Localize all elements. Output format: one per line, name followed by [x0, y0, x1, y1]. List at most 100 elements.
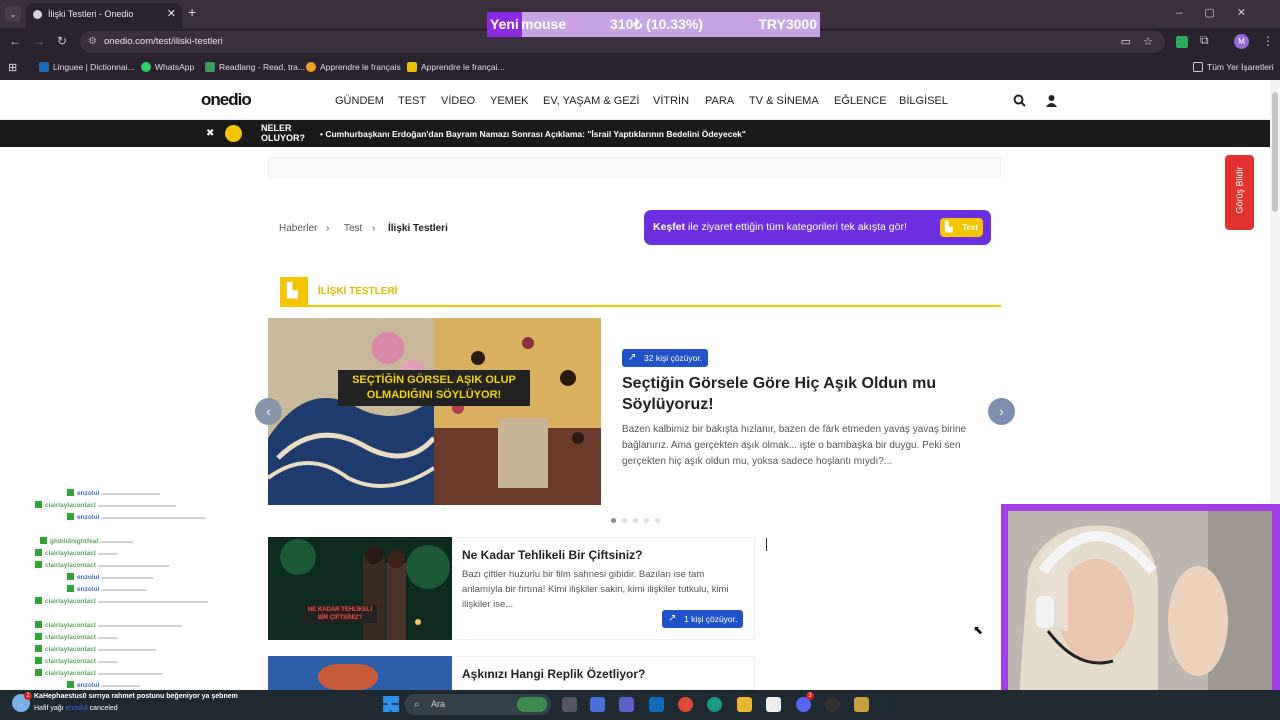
section-divider [280, 305, 1001, 307]
forward-icon[interactable]: → [33, 34, 45, 48]
onedio-logo[interactable]: onedio [201, 90, 252, 110]
test-card-title[interactable]: Aşkınızı Hangi Replik Özetliyor? [462, 667, 645, 681]
tab-title: İlişki Testleri - Onedio [48, 9, 134, 19]
carousel-dot[interactable] [655, 518, 660, 523]
close-tab-icon[interactable]: ✕ [167, 3, 176, 26]
notification-badge: 2 [24, 692, 32, 700]
nav-video[interactable]: VİDEO [441, 95, 475, 107]
nav-bilgisel[interactable]: BİLGİSEL [899, 95, 948, 107]
outlook-icon[interactable] [649, 697, 664, 712]
shuffle-icon[interactable]: ✖ [206, 128, 214, 139]
chat-line: enzolul ▬▬▬▬▬▬▬ [67, 585, 147, 593]
nav-tv-sinema[interactable]: TV & SİNEMA [749, 95, 819, 107]
all-bookmarks-folder[interactable]: Tüm Yer İşaretleri [1193, 62, 1274, 72]
carousel-dot[interactable] [611, 518, 616, 523]
chat-line: clairlaylacontact ▬▬▬▬▬▬▬▬▬▬▬▬ [35, 501, 176, 509]
trending-icon: ↗ [668, 613, 677, 624]
back-icon[interactable]: ← [9, 34, 21, 48]
ticker-item: mouse [521, 16, 567, 32]
couple-illustration [268, 537, 452, 640]
nav-test[interactable]: TEST [398, 95, 426, 107]
chat-line: clairlaylacontact ▬▬▬▬▬▬▬▬▬▬▬▬▬▬▬▬▬ [35, 597, 208, 605]
task-view-icon[interactable] [562, 697, 577, 712]
bookmark-apprendre-1[interactable]: Apprendre le français [306, 62, 401, 72]
text-cursor [766, 538, 767, 551]
ticker-change: 310₺ (10.33%) [610, 16, 703, 32]
carousel-dot[interactable] [622, 518, 627, 523]
nav-ev-yasam[interactable]: EV, YAŞAM & GEZİ [543, 95, 639, 107]
chat-notification-line: KaHephaestus0 sırrıya rahmet postunu beğ… [34, 693, 238, 700]
breadcrumb-haberler[interactable]: Haberler [279, 223, 317, 234]
test-card-image[interactable] [268, 656, 452, 690]
chrome-icon[interactable] [678, 697, 693, 712]
steam-icon[interactable] [883, 697, 898, 712]
search-highlight-icon [517, 697, 547, 712]
profile-avatar[interactable]: M [1234, 34, 1249, 49]
nav-yemek[interactable]: YEMEK [490, 95, 529, 107]
test-card-title[interactable]: Ne Kadar Tehlikeli Bir Çiftsiniz? [462, 548, 642, 562]
streamer-webcam [1008, 511, 1272, 711]
chat-line: clairlaylacontact ▬▬▬▬▬▬▬▬▬▬▬▬▬ [35, 621, 182, 629]
obs-icon[interactable] [825, 697, 840, 712]
breaking-headline[interactable]: • Cumhurbaşkanı Erdoğan'dan Bayram Namaz… [320, 129, 746, 139]
ticker-total: TRY3000 [758, 16, 817, 32]
mouse-cursor-icon: ⬉ [973, 623, 984, 637]
chat-line: clairlaylacontact ▬▬▬▬▬▬▬▬▬▬ [35, 669, 163, 677]
bookmark-readlang[interactable]: Readlang - Read, tra... [205, 62, 305, 72]
browser-tab[interactable]: İlişki Testleri - Onedio ✕ [26, 3, 182, 28]
section-title: İLİŞKİ TESTLERİ [318, 286, 398, 297]
menu-icon[interactable]: ⋮ [1262, 34, 1274, 48]
search-icon[interactable] [1013, 94, 1026, 107]
bookmark-linguee[interactable]: Linguee | Dictionnai... [39, 62, 135, 72]
apps-icon[interactable]: ⊞ [8, 61, 17, 74]
scrollbar-thumb[interactable] [1272, 92, 1278, 212]
copilot-icon[interactable] [590, 697, 605, 712]
bookmark-whatsapp[interactable]: WhatsApp [141, 62, 194, 72]
window-controls[interactable]: –▢✕ [1176, 6, 1268, 19]
carousel-prev-button[interactable]: ‹ [255, 398, 282, 425]
webcam-feed [1008, 511, 1272, 711]
chat-line: clairlaylacontact ▬▬▬ [35, 633, 117, 641]
chat-line: enzolul ▬▬▬▬▬▬▬▬▬▬▬▬▬▬▬▬ [67, 513, 205, 521]
chat-line: clairlaylacontact ▬▬▬▬▬▬▬▬▬ [35, 645, 156, 653]
teams-icon[interactable] [619, 697, 634, 712]
reload-icon[interactable]: ↻ [57, 34, 67, 48]
nav-vitrin[interactable]: VİTRİN [653, 95, 689, 107]
featured-test-image[interactable] [268, 318, 601, 505]
featured-test-title[interactable]: Seçtiğin Görsele Göre Hiç Aşık Oldun mu … [622, 373, 952, 415]
user-icon[interactable] [1045, 94, 1058, 107]
test-card-image[interactable]: NE KADAR TEHLİKELİ BİR ÇİFTSİNİZ? [268, 537, 452, 640]
extensions-icon[interactable]: ⧉ [1200, 33, 1209, 48]
featured-test-description: Bazen kalbimiz bir bakışta hızlanır, baz… [622, 424, 967, 467]
carousel-dot[interactable] [633, 518, 638, 523]
bookmarks-bar: ⊞ Linguee | Dictionnai... WhatsApp Readl… [0, 56, 1280, 80]
tab-search-button[interactable]: ⌄ [5, 6, 21, 22]
podium-icon: ▙ [945, 222, 953, 233]
feedback-button[interactable]: Görüş Bildir [1225, 155, 1254, 230]
site-info-icon[interactable]: ⚙ [88, 31, 97, 53]
file-explorer-icon[interactable] [737, 697, 752, 712]
chat-line: enzolul ▬▬▬▬▬▬ [67, 681, 140, 689]
nav-gundem[interactable]: GÜNDEM [335, 95, 384, 107]
install-app-icon[interactable]: ▭ [1121, 31, 1131, 53]
league-icon[interactable] [854, 697, 869, 712]
nav-para[interactable]: PARA [705, 95, 734, 107]
carousel-dot[interactable] [644, 518, 649, 523]
edge-icon[interactable] [707, 697, 722, 712]
podium-icon: ▙ [280, 277, 308, 305]
new-tab-button[interactable]: + [188, 4, 196, 20]
bookmark-star-icon[interactable]: ☆ [1143, 31, 1153, 53]
taskbar-search[interactable]: ⌕ Ara [405, 694, 551, 715]
ticker-new-label: Yeni [487, 12, 522, 37]
extension-icon[interactable] [1176, 36, 1188, 48]
bookmark-apprendre-2[interactable]: Apprendre le françai... [407, 62, 505, 72]
breadcrumb-test[interactable]: Test [344, 223, 362, 234]
nav-eglence[interactable]: EĞLENCE [834, 95, 887, 107]
kesfet-banner[interactable]: Keşfet ile ziyaret ettiğin tüm kategoril… [644, 210, 991, 245]
chat-line: enzolul ▬▬▬▬▬▬▬▬ [67, 573, 153, 581]
chat-notification-line: Hafif yağı enzolul canceled [34, 705, 118, 712]
store-icon[interactable] [766, 697, 781, 712]
chat-line: clairlaylacontact ▬▬▬ [35, 549, 117, 557]
carousel-next-button[interactable]: › [988, 398, 1015, 425]
discord-badge: 3 [806, 692, 814, 700]
